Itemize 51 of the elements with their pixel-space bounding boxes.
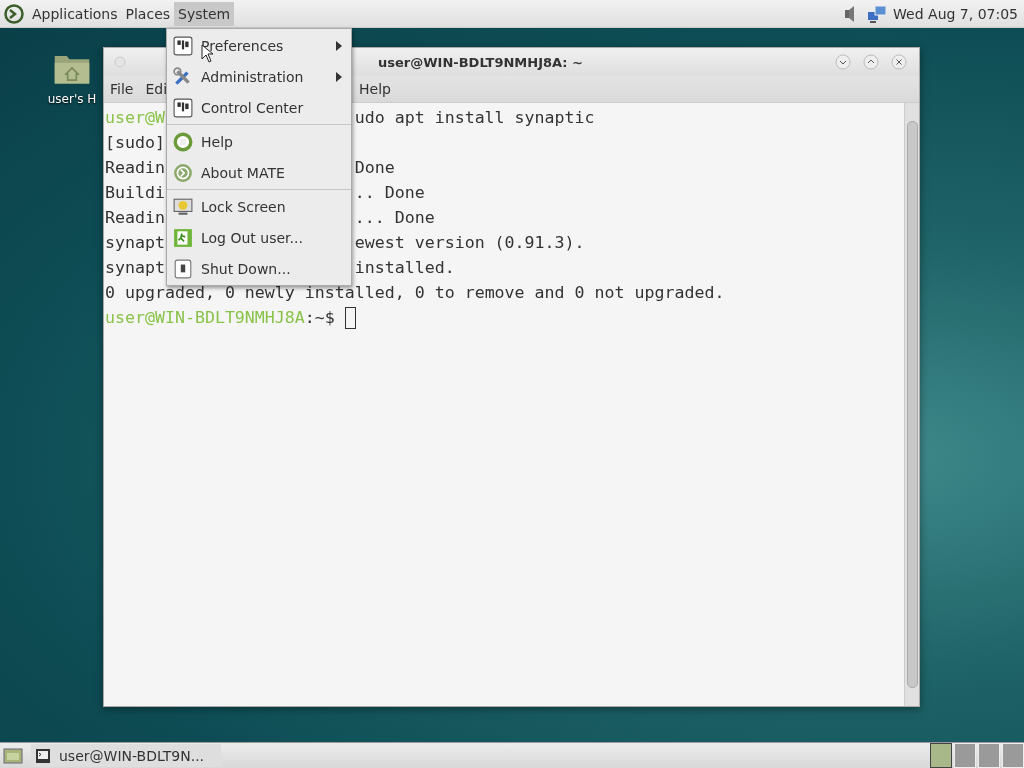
- terminal-text: user@W: [105, 108, 165, 127]
- terminal-text: installed.: [354, 257, 455, 279]
- terminal-text: Readin: [105, 208, 165, 227]
- panel-menu[interactable]: System: [174, 1, 235, 26]
- minimize-icon[interactable]: [835, 54, 851, 70]
- mate-logo-icon: [4, 3, 24, 24]
- terminal-icon: [35, 747, 51, 764]
- menu-item-icon: [173, 196, 193, 217]
- terminal-text: ... Done: [354, 207, 435, 229]
- menu-item[interactable]: Log Out user...: [167, 222, 351, 253]
- terminal-text: ewest version (0.91.3).: [354, 232, 585, 254]
- scrollbar-thumb[interactable]: [906, 121, 918, 688]
- menu-item-icon: [173, 258, 193, 279]
- menu-item-icon: [173, 162, 193, 183]
- menu-item-icon: [173, 227, 193, 248]
- terminal-text: synapt: [105, 233, 165, 252]
- menubar-item[interactable]: File: [104, 81, 140, 97]
- taskbar-button[interactable]: user@WIN-BDLT9N...: [31, 744, 221, 767]
- maximize-icon[interactable]: [863, 54, 879, 70]
- show-desktop-icon[interactable]: [3, 746, 23, 765]
- prompt-text: :~$: [304, 307, 335, 329]
- prompt-text: user@WIN-BDLT9NMHJ8A: [105, 307, 305, 329]
- menu-item[interactable]: Control Center: [167, 92, 351, 123]
- terminal-text: [sudo]: [105, 132, 165, 154]
- menu-item[interactable]: Administration: [167, 61, 351, 92]
- menubar-item[interactable]: Help: [353, 81, 397, 97]
- terminal-text: Done: [354, 157, 395, 179]
- panel-menu[interactable]: Applications: [28, 1, 122, 26]
- menu-item[interactable]: Shut Down...: [167, 253, 351, 284]
- menu-item-icon: [173, 131, 193, 152]
- terminal-text: .. Done: [354, 182, 425, 204]
- menu-item[interactable]: About MATE: [167, 157, 351, 188]
- text-cursor-icon: [344, 306, 356, 329]
- workspace-cell[interactable]: [930, 743, 952, 768]
- menu-item-icon: [173, 35, 193, 56]
- clock[interactable]: Wed Aug 7, 07:05: [893, 5, 1018, 22]
- network-icon[interactable]: [867, 3, 888, 24]
- menu-item[interactable]: Help: [167, 126, 351, 157]
- window-title: user@WIN-BDLT9NMHJ8A: ~: [377, 54, 584, 70]
- menu-item[interactable]: Preferences: [167, 30, 351, 61]
- terminal-text: udo apt install synaptic: [354, 107, 595, 129]
- terminal-text: Readin: [105, 158, 165, 177]
- desktop-icon-label[interactable]: user's H: [47, 92, 97, 106]
- terminal-text: synapt: [105, 258, 165, 277]
- menu-item[interactable]: Lock Screen: [167, 191, 351, 222]
- terminal-text: 0 upgraded, 0 newly installed, 0 to remove and 0 not upgraded.: [105, 282, 725, 304]
- menu-item-icon: [173, 97, 193, 118]
- close-icon[interactable]: [891, 54, 907, 70]
- terminal-text: Buildi: [105, 183, 165, 202]
- panel-menu[interactable]: Places: [121, 1, 175, 26]
- menu-item-icon: [173, 66, 193, 87]
